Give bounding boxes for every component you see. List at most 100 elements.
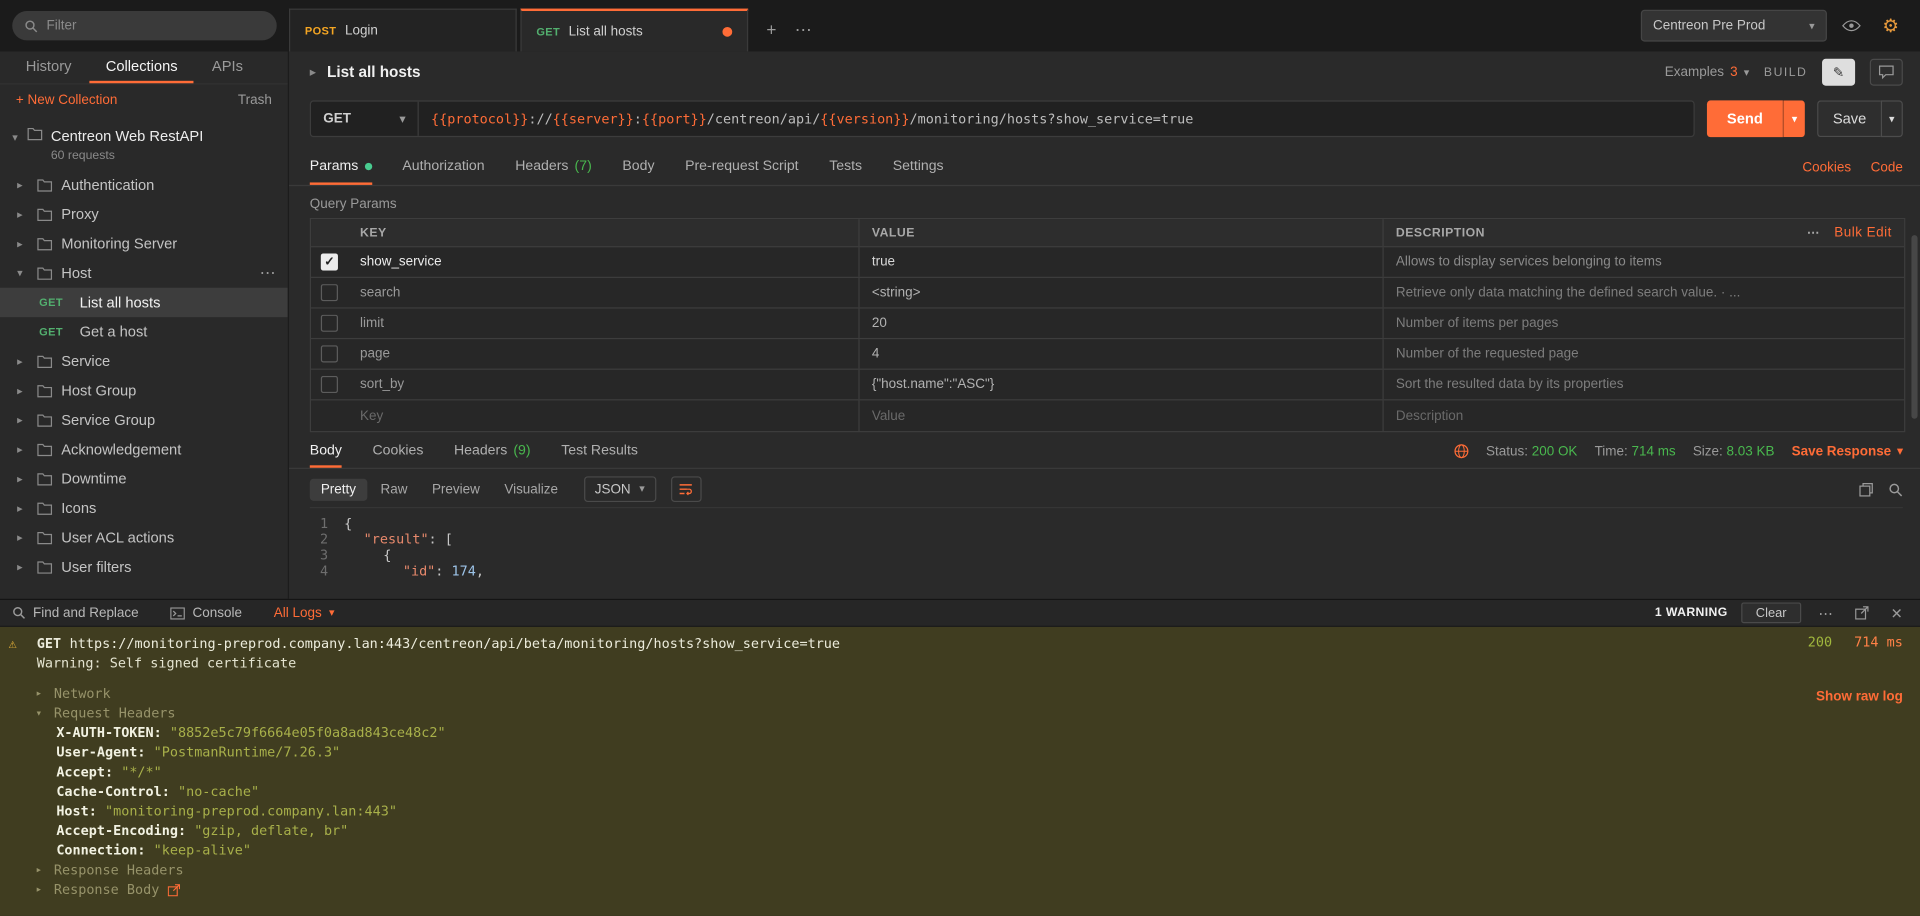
console-section-response-body[interactable]: ▸ Response Body bbox=[15, 880, 1906, 900]
param-value[interactable]: 4 bbox=[860, 339, 1384, 368]
folder-downtime[interactable]: ▸Downtime bbox=[0, 464, 288, 493]
code-link[interactable]: Code bbox=[1871, 160, 1903, 175]
param-checkbox[interactable] bbox=[321, 284, 338, 301]
param-value[interactable]: {"host.name":"ASC"} bbox=[860, 370, 1384, 399]
request-list-all-hosts[interactable]: GETList all hosts bbox=[0, 288, 288, 317]
console-request-line[interactable]: GET https://monitoring-preprod.company.l… bbox=[15, 634, 1906, 654]
sidebar-tab-apis[interactable]: APIs bbox=[196, 51, 259, 83]
param-description[interactable]: Sort the resulted data by its properties bbox=[1384, 370, 1802, 399]
collapse-caret-icon[interactable]: ▸ bbox=[310, 66, 316, 79]
bulk-edit-button[interactable]: Bulk Edit bbox=[1834, 225, 1892, 240]
console-section-response-headers[interactable]: ▸ Response Headers bbox=[15, 861, 1906, 881]
find-and-replace-button[interactable]: Find and Replace bbox=[12, 606, 138, 621]
close-console-button[interactable]: ✕ bbox=[1886, 602, 1908, 624]
param-key[interactable]: limit bbox=[348, 309, 860, 338]
param-description[interactable]: Allows to display services belonging to … bbox=[1384, 247, 1802, 276]
param-value[interactable]: Value bbox=[860, 400, 1384, 431]
console-options-button[interactable]: ⋯ bbox=[1815, 602, 1837, 624]
param-description[interactable]: Number of the requested page bbox=[1384, 339, 1802, 368]
response-tab-body[interactable]: Body bbox=[310, 435, 342, 468]
request-get-a-host[interactable]: GETGet a host bbox=[0, 317, 288, 346]
sidebar-tab-history[interactable]: History bbox=[10, 51, 88, 83]
param-description[interactable]: Retrieve only data matching the defined … bbox=[1384, 278, 1802, 307]
search-response-icon[interactable] bbox=[1888, 482, 1903, 497]
response-body-code[interactable]: 1{2"result": [3{4"id": 174, bbox=[289, 508, 1920, 599]
param-key[interactable]: sort_by bbox=[348, 370, 860, 399]
param-key[interactable]: Key bbox=[348, 400, 860, 431]
folder-icons[interactable]: ▸Icons bbox=[0, 493, 288, 522]
console-section-network[interactable]: ▸ Network bbox=[15, 684, 1906, 704]
new-collection-button[interactable]: + New Collection bbox=[16, 93, 117, 108]
request-tab-login[interactable]: POSTLogin bbox=[289, 9, 517, 52]
wrap-lines-button[interactable] bbox=[671, 476, 702, 502]
send-options-button[interactable]: ▾ bbox=[1783, 100, 1805, 137]
tab-authorization[interactable]: Authorization bbox=[402, 149, 484, 185]
sidebar-tab-collections[interactable]: Collections bbox=[90, 51, 194, 83]
view-mode-preview[interactable]: Preview bbox=[421, 478, 491, 500]
tab-params[interactable]: Params bbox=[310, 149, 372, 185]
collection-root[interactable]: ▾ Centreon Web RestAPI 60 requests bbox=[0, 116, 288, 170]
folder-options-button[interactable]: ⋯ bbox=[260, 263, 276, 283]
tab-body[interactable]: Body bbox=[622, 149, 654, 185]
folder-authentication[interactable]: ▸Authentication bbox=[0, 170, 288, 199]
response-tab-test-results[interactable]: Test Results bbox=[561, 435, 638, 468]
folder-acknowledgement[interactable]: ▸Acknowledgement bbox=[0, 435, 288, 464]
param-value[interactable]: <string> bbox=[860, 278, 1384, 307]
tabs-filter-input[interactable]: Filter bbox=[12, 11, 276, 40]
clear-console-button[interactable]: Clear bbox=[1741, 602, 1801, 623]
comments-button[interactable] bbox=[1870, 59, 1903, 86]
param-checkbox[interactable]: ✓ bbox=[321, 253, 338, 270]
folder-service-group[interactable]: ▸Service Group bbox=[0, 405, 288, 434]
save-button[interactable]: Save bbox=[1817, 100, 1881, 137]
save-options-button[interactable]: ▾ bbox=[1881, 100, 1903, 137]
environment-selector[interactable]: Centreon Pre Prod ▾ bbox=[1641, 10, 1827, 42]
open-new-tab-button[interactable]: + bbox=[757, 15, 786, 44]
show-raw-log-link[interactable]: Show raw log bbox=[1816, 689, 1903, 704]
tab-headers[interactable]: Headers(7) bbox=[515, 149, 592, 185]
trash-button[interactable]: Trash bbox=[238, 93, 272, 108]
edit-mode-button[interactable]: ✎ bbox=[1822, 59, 1855, 86]
settings-button[interactable]: ⚙ bbox=[1876, 11, 1905, 40]
folder-proxy[interactable]: ▸Proxy bbox=[0, 200, 288, 229]
tab-options-button[interactable]: ⋯ bbox=[789, 15, 818, 44]
cookies-link[interactable]: Cookies bbox=[1802, 160, 1851, 175]
language-selector[interactable]: JSON ▾ bbox=[584, 476, 656, 502]
folder-host-group[interactable]: ▸Host Group bbox=[0, 376, 288, 405]
tab-pre-request-script[interactable]: Pre-request Script bbox=[685, 149, 798, 185]
param-description[interactable]: Number of items per pages bbox=[1384, 309, 1802, 338]
tab-settings[interactable]: Settings bbox=[893, 149, 944, 185]
param-key[interactable]: show_service bbox=[348, 247, 860, 276]
param-description[interactable]: Description bbox=[1384, 400, 1802, 431]
folder-user-acl-actions[interactable]: ▸User ACL actions bbox=[0, 523, 288, 552]
request-tab-list-all-hosts[interactable]: GETList all hosts bbox=[520, 9, 748, 52]
param-checkbox[interactable] bbox=[321, 376, 338, 393]
response-tab-headers[interactable]: Headers(9) bbox=[454, 435, 531, 468]
log-filter-dropdown[interactable]: All Logs ▾ bbox=[274, 606, 335, 621]
save-response-button[interactable]: Save Response ▾ bbox=[1792, 444, 1903, 459]
console-toggle-button[interactable]: Console bbox=[170, 606, 241, 621]
folder-host[interactable]: ▾Host⋯ bbox=[0, 258, 288, 287]
console-section-request-headers[interactable]: ▾ Request Headers bbox=[15, 704, 1906, 724]
view-mode-raw[interactable]: Raw bbox=[369, 478, 418, 500]
folder-user-filters[interactable]: ▸User filters bbox=[0, 552, 288, 581]
param-checkbox[interactable] bbox=[321, 345, 338, 362]
view-mode-visualize[interactable]: Visualize bbox=[493, 478, 569, 500]
method-selector[interactable]: GET ▾ bbox=[311, 102, 419, 136]
param-key[interactable]: search bbox=[348, 278, 860, 307]
open-console-window-button[interactable] bbox=[1850, 602, 1872, 624]
copy-icon[interactable] bbox=[1859, 482, 1874, 497]
param-value[interactable]: 20 bbox=[860, 309, 1384, 338]
send-button[interactable]: Send bbox=[1707, 100, 1783, 137]
tab-tests[interactable]: Tests bbox=[829, 149, 862, 185]
param-checkbox[interactable] bbox=[321, 315, 338, 332]
environment-quick-look-button[interactable] bbox=[1837, 11, 1866, 40]
response-tab-cookies[interactable]: Cookies bbox=[373, 435, 424, 468]
param-key[interactable]: page bbox=[348, 339, 860, 368]
scrollbar-thumb[interactable] bbox=[1911, 235, 1917, 419]
params-more-button[interactable]: ⋯ bbox=[1807, 226, 1820, 239]
examples-dropdown[interactable]: Examples 3 ▾ bbox=[1665, 65, 1749, 80]
folder-monitoring-server[interactable]: ▸Monitoring Server bbox=[0, 229, 288, 258]
param-value[interactable]: true bbox=[860, 247, 1384, 276]
url-input[interactable]: {{protocol}}://{{server}}:{{port}}/centr… bbox=[419, 102, 1694, 136]
view-mode-pretty[interactable]: Pretty bbox=[310, 478, 367, 500]
